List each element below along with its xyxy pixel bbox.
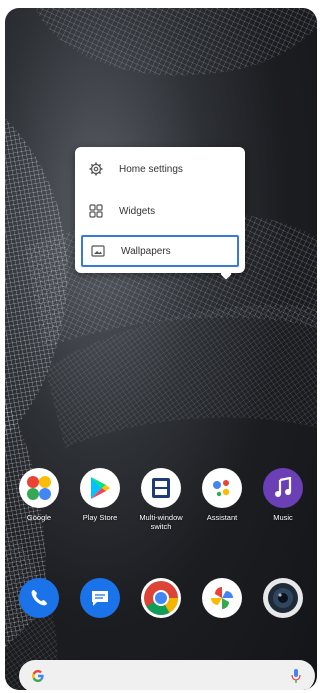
google-folder-icon — [19, 468, 59, 508]
app-label: Multi-window switch — [139, 513, 183, 531]
menu-item-label: Widgets — [119, 205, 156, 217]
app-label: Play Store — [82, 513, 118, 522]
menu-item-widgets[interactable]: Widgets — [81, 195, 239, 227]
widgets-icon — [89, 204, 103, 218]
mic-icon[interactable] — [291, 668, 301, 689]
dock-chrome[interactable] — [130, 578, 192, 618]
play-store-icon — [80, 468, 120, 508]
app-music[interactable]: Music — [252, 468, 314, 522]
chrome-icon — [141, 578, 181, 618]
dock-phone[interactable] — [8, 578, 70, 618]
menu-item-label: Home settings — [119, 163, 183, 175]
assistant-icon — [202, 468, 242, 508]
menu-item-label: Wallpapers — [121, 245, 171, 257]
app-label: Google — [26, 513, 52, 522]
home-long-press-menu: Home settings Widgets Wallpapers — [75, 147, 245, 273]
home-screen[interactable]: Google Play Store Multi-window switch As… — [5, 8, 317, 690]
google-g-icon — [31, 669, 45, 688]
menu-item-home-settings[interactable]: Home settings — [81, 153, 239, 185]
gear-icon — [89, 162, 103, 176]
app-google-folder[interactable]: Google — [8, 468, 70, 522]
multi-window-icon — [141, 468, 181, 508]
app-label: Assistant — [206, 513, 238, 522]
dock-photos[interactable] — [191, 578, 253, 618]
app-multi-window-switch[interactable]: Multi-window switch — [130, 468, 192, 531]
photos-icon — [202, 578, 242, 618]
app-label: Music — [273, 513, 293, 522]
phone-icon — [19, 578, 59, 618]
google-search-bar[interactable] — [19, 660, 315, 690]
messages-icon — [80, 578, 120, 618]
menu-item-wallpapers[interactable]: Wallpapers — [81, 235, 239, 267]
music-icon — [263, 468, 303, 508]
app-assistant[interactable]: Assistant — [191, 468, 253, 522]
dock-messages[interactable] — [69, 578, 131, 618]
camera-icon — [263, 578, 303, 618]
dock-camera[interactable] — [252, 578, 314, 618]
wallpaper-icon — [91, 244, 105, 258]
app-play-store[interactable]: Play Store — [69, 468, 131, 522]
